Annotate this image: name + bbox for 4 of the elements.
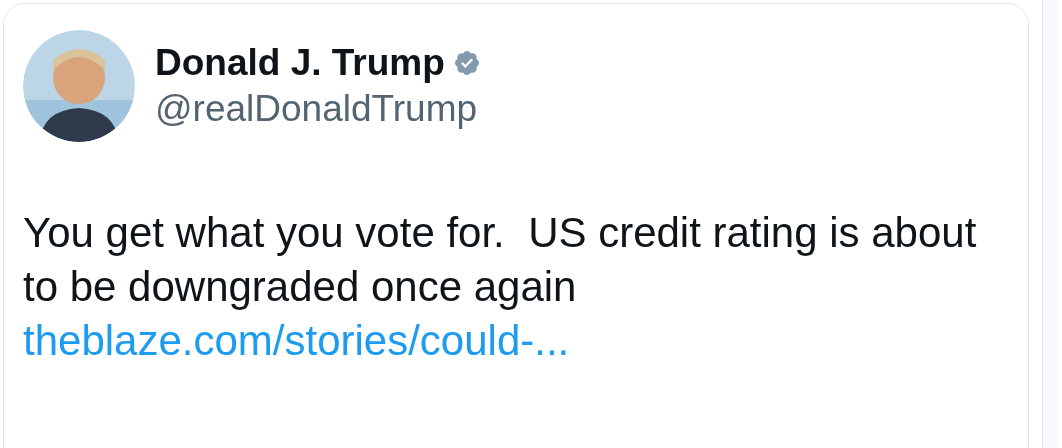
tweet-text: You get what you vote for. US credit rating is about to be downgraded once again theblaze.com/stories/could-... xyxy=(23,208,978,366)
author-handle: @realDonaldTrump xyxy=(155,87,479,131)
tweet-link[interactable]: theblaze.com/stories/could-... xyxy=(23,317,570,364)
author-name: Donald J. Trump xyxy=(155,41,445,85)
